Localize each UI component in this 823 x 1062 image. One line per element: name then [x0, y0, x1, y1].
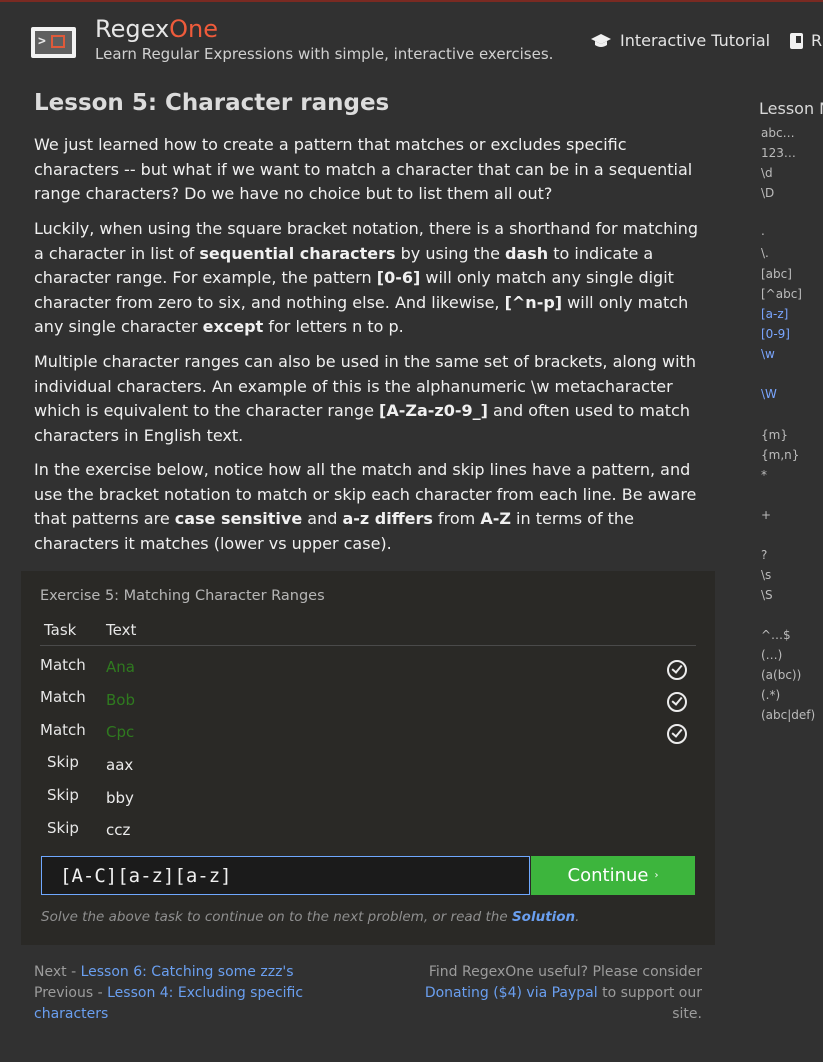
test-string: ccz: [106, 821, 131, 839]
test-string: bby: [106, 789, 134, 807]
test-string: aax: [106, 756, 134, 774]
check-circle-icon: [667, 660, 687, 680]
sidebar-item[interactable]: \D: [761, 186, 774, 200]
regexone-logo[interactable]: >: [31, 27, 76, 58]
brand-suffix: One: [169, 15, 219, 43]
task-label: Skip: [47, 786, 79, 804]
sidebar-item[interactable]: [abc]: [761, 267, 792, 281]
sidebar-item[interactable]: ?: [761, 548, 767, 562]
continue-label: Continue: [567, 865, 649, 886]
nav-interactive-tutorial[interactable]: Interactive Tutorial: [590, 31, 770, 50]
exercise-title: Exercise 5: Matching Character Ranges: [40, 588, 325, 604]
lesson-navigation: Next - Lesson 6: Catching some zzz's Pre…: [34, 962, 364, 1025]
nav-reference[interactable]: R: [790, 31, 822, 50]
sidebar-item[interactable]: {m,n}: [761, 448, 799, 462]
graduation-cap-icon: [591, 33, 611, 47]
sidebar-item[interactable]: \S: [761, 588, 773, 602]
logo-icon: >: [35, 31, 72, 54]
chevron-right-icon: ›: [654, 870, 659, 881]
sidebar-item[interactable]: ^…$: [761, 628, 791, 642]
sidebar-item[interactable]: *: [761, 468, 767, 482]
tagline: Learn Regular Expressions with simple, i…: [95, 45, 554, 63]
sidebar-item[interactable]: [^abc]: [761, 287, 802, 301]
sidebar-item-active[interactable]: [0-9]: [761, 327, 790, 341]
header-divider: [40, 645, 696, 646]
continue-button[interactable]: Continue ›: [531, 856, 695, 895]
next-lesson-link[interactable]: Lesson 6: Catching some zzz's: [81, 964, 294, 980]
brand-prefix: Regex: [95, 15, 170, 43]
nav-interactive-tutorial-label: Interactive Tutorial: [620, 31, 771, 50]
column-header-task: Task: [44, 621, 77, 639]
donate-text: Find RegexOne useful? Please consider: [428, 964, 702, 980]
sidebar-item[interactable]: (…): [761, 648, 782, 662]
task-label: Match: [40, 656, 86, 674]
sidebar-item[interactable]: 123…: [761, 146, 796, 160]
book-icon: [790, 32, 803, 49]
sidebar-item[interactable]: +: [761, 508, 771, 522]
brand-name[interactable]: RegexOne: [95, 15, 218, 43]
sidebar-item-active[interactable]: [a-z]: [761, 307, 788, 321]
sidebar-item[interactable]: abc…: [761, 126, 795, 140]
exercise-hint: Solve the above task to continue on to t…: [41, 909, 580, 925]
donate-suffix: to support our site.: [597, 985, 702, 1022]
check-circle-icon: [667, 724, 687, 744]
solution-link[interactable]: Solution: [512, 909, 575, 925]
donate-link[interactable]: Donating ($4) via Paypal: [425, 985, 598, 1001]
previous-lesson-link-cont[interactable]: characters: [34, 1006, 108, 1022]
task-label: Skip: [47, 753, 79, 771]
lesson-paragraph-1: We just learned how to create a pattern …: [34, 135, 693, 204]
donation-note: Find RegexOne useful? Please consider Do…: [400, 962, 702, 1025]
sidebar-item[interactable]: \s: [761, 568, 771, 582]
task-label: Match: [40, 688, 86, 706]
test-string: Bob: [106, 691, 135, 709]
sidebar-title: Lesson N: [759, 99, 823, 118]
top-accent-line: [0, 0, 823, 2]
sidebar-item[interactable]: \.: [761, 246, 769, 260]
sidebar-item-active[interactable]: \W: [761, 387, 777, 401]
sidebar-item[interactable]: {m}: [761, 428, 788, 442]
sidebar-item[interactable]: \d: [761, 166, 773, 180]
lesson-paragraph-4: In the exercise below, notice how all th…: [34, 460, 697, 553]
sidebar-item-active[interactable]: \w: [761, 347, 775, 361]
exercise-panel: Exercise 5: Matching Character Ranges Ta…: [21, 571, 715, 945]
check-circle-icon: [667, 692, 687, 712]
next-prefix: Next -: [34, 964, 81, 980]
test-string: Cpc: [106, 723, 135, 741]
lesson-paragraph-3: Multiple character ranges can also be us…: [34, 352, 696, 445]
sidebar-item[interactable]: (.*): [761, 688, 780, 702]
previous-prefix: Previous -: [34, 985, 108, 1001]
test-string: Ana: [106, 658, 135, 676]
sidebar-item[interactable]: (a(bc)): [761, 668, 801, 682]
sidebar-item[interactable]: .: [761, 224, 765, 238]
task-label: Match: [40, 721, 86, 739]
column-header-text: Text: [106, 621, 137, 639]
lesson-title: Lesson 5: Character ranges: [34, 90, 390, 116]
regex-input[interactable]: [41, 856, 530, 895]
previous-lesson-link[interactable]: Lesson 4: Excluding specific: [107, 985, 303, 1001]
task-label: Skip: [47, 819, 79, 837]
lesson-paragraph-2: Luckily, when using the square bracket n…: [34, 219, 699, 337]
nav-reference-label: R: [811, 31, 823, 50]
sidebar-item[interactable]: (abc|def): [761, 708, 815, 722]
